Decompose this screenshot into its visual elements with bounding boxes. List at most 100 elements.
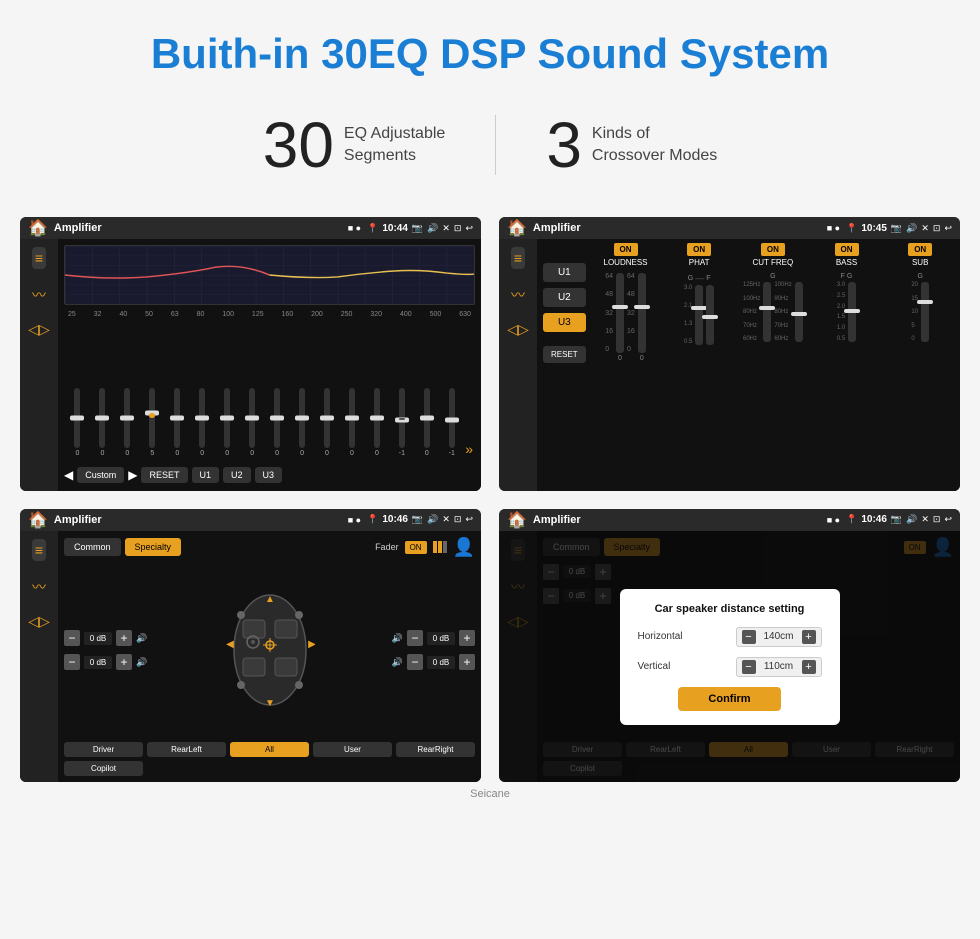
slider-track-12[interactable] — [374, 388, 380, 448]
slider-col-5: 0 — [191, 388, 214, 457]
user-btn[interactable]: User — [313, 742, 392, 757]
cutfreq-on-btn[interactable]: ON — [761, 243, 785, 256]
home-icon-4[interactable]: 🏠 — [507, 510, 527, 530]
eq-icon-2[interactable]: ≡ — [511, 247, 525, 269]
slider-track-0[interactable] — [74, 388, 80, 448]
specialty-tab-3[interactable]: Specialty — [125, 538, 182, 556]
db-row-1: − 0 dB + 🔊 — [64, 630, 147, 646]
db-minus-4[interactable]: − — [407, 654, 423, 670]
phat-label: PHAT — [689, 258, 710, 267]
rearleft-btn[interactable]: RearLeft — [147, 742, 226, 757]
slider-track-2[interactable] — [124, 388, 130, 448]
time-2: 10:45 — [861, 223, 887, 234]
wave-icon-3[interactable]: 〰 — [32, 577, 46, 597]
home-icon-1[interactable]: 🏠 — [28, 218, 48, 238]
slider-col-14: 0 — [415, 388, 438, 457]
eq-icon-3[interactable]: ≡ — [32, 539, 46, 561]
db-val-4: 0 dB — [427, 656, 455, 669]
edit-icon-4: ■ ● — [827, 515, 840, 525]
copilot-btn[interactable]: Copilot — [64, 761, 143, 776]
horizontal-input[interactable]: − 140cm + — [736, 627, 822, 647]
slider-val-5: 0 — [200, 450, 204, 457]
slider-track-4[interactable] — [174, 388, 180, 448]
u2-btn-1[interactable]: U2 — [223, 467, 251, 483]
slider-track-10[interactable] — [324, 388, 330, 448]
db-minus-2[interactable]: − — [64, 654, 80, 670]
edit-icon-3: ■ ● — [348, 515, 361, 525]
reset-btn-1[interactable]: RESET — [141, 467, 187, 483]
avatar-icon-3: 👤 — [453, 537, 475, 558]
db-plus-3[interactable]: + — [459, 630, 475, 646]
horizontal-plus-btn[interactable]: + — [802, 630, 816, 644]
speaker-icon-r2: 🔊 — [392, 657, 403, 668]
u3-btn-2[interactable]: U3 — [543, 313, 586, 332]
wave-icon-2[interactable]: 〰 — [511, 285, 525, 305]
slider-track-11[interactable] — [349, 388, 355, 448]
slider-track-5[interactable] — [199, 388, 205, 448]
slider-track-8[interactable] — [274, 388, 280, 448]
volume-ctrl-icon-3[interactable]: ◁▷ — [28, 613, 50, 630]
vertical-plus-btn[interactable]: + — [802, 660, 816, 674]
db-val-3: 0 dB — [427, 632, 455, 645]
eq-arrows[interactable]: » — [465, 441, 473, 457]
freq-630: 630 — [459, 311, 471, 318]
volume-ctrl-icon-1[interactable]: ◁▷ — [28, 321, 50, 338]
u1-btn-1[interactable]: U1 — [192, 467, 220, 483]
all-btn[interactable]: All — [230, 742, 309, 757]
back-icon-4: ↩ — [944, 514, 952, 525]
u2-btn-2[interactable]: U2 — [543, 288, 586, 307]
speaker-diagram: ▲ ▼ ◀ ▶ — [157, 590, 382, 710]
volume-icon-3: 🔊 — [427, 514, 438, 525]
loudness-on-btn[interactable]: ON — [614, 243, 638, 256]
u3-btn-1[interactable]: U3 — [255, 467, 283, 483]
close-icon-2: ✕ — [921, 223, 929, 234]
vertical-minus-btn[interactable]: − — [742, 660, 756, 674]
db-minus-3[interactable]: − — [407, 630, 423, 646]
reset-btn-2[interactable]: RESET — [543, 346, 586, 363]
driver-btn[interactable]: Driver — [64, 742, 143, 757]
bass-on-btn[interactable]: ON — [835, 243, 859, 256]
db-row-3: 🔊 − 0 dB + — [392, 630, 475, 646]
slider-val-6: 0 — [225, 450, 229, 457]
slider-track-14[interactable] — [424, 388, 430, 448]
next-btn-1[interactable]: ▶ — [128, 468, 137, 482]
home-icon-2[interactable]: 🏠 — [507, 218, 527, 238]
freq-100: 100 — [222, 311, 234, 318]
db-minus-1[interactable]: − — [64, 630, 80, 646]
slider-track-15[interactable] — [449, 388, 455, 448]
db-plus-2[interactable]: + — [116, 654, 132, 670]
db-row-2: − 0 dB + 🔊 — [64, 654, 147, 670]
phat-on-btn[interactable]: ON — [687, 243, 711, 256]
slider-col-13: -1 — [390, 388, 413, 457]
horizontal-minus-btn[interactable]: − — [742, 630, 756, 644]
custom-btn[interactable]: Custom — [77, 467, 124, 483]
prev-btn-1[interactable]: ◀ — [64, 468, 73, 482]
dialog-overlay: Car speaker distance setting Horizontal … — [499, 531, 960, 783]
volume-ctrl-icon-2[interactable]: ◁▷ — [507, 321, 529, 338]
home-icon-3[interactable]: 🏠 — [28, 510, 48, 530]
u1-btn-2[interactable]: U1 — [543, 263, 586, 282]
db-plus-4[interactable]: + — [459, 654, 475, 670]
eq-icon-1[interactable]: ≡ — [32, 247, 46, 269]
slider-col-2: 0 — [116, 388, 139, 457]
sub-on-btn[interactable]: ON — [908, 243, 932, 256]
common-tab-3[interactable]: Common — [64, 538, 121, 556]
slider-track-13[interactable] — [399, 388, 405, 448]
db-plus-1[interactable]: + — [116, 630, 132, 646]
fader-on-btn[interactable]: ON — [405, 541, 427, 554]
volume-icon-4: 🔊 — [906, 514, 917, 525]
band-loudness: ON LOUDNESS 644832160 0 — [592, 243, 660, 487]
wave-icon-1[interactable]: 〰 — [32, 285, 46, 305]
status-bar-3: 🏠 Amplifier ■ ● 📍 10:46 📷 🔊 ✕ ⊡ ↩ — [20, 509, 481, 531]
slider-track-7[interactable] — [249, 388, 255, 448]
slider-track-3[interactable] — [149, 388, 155, 448]
slider-col-15: -1 — [440, 388, 463, 457]
confirm-button[interactable]: Confirm — [678, 687, 780, 711]
slider-track-6[interactable] — [224, 388, 230, 448]
slider-track-9[interactable] — [299, 388, 305, 448]
svg-text:▲: ▲ — [265, 594, 275, 605]
slider-track-1[interactable] — [99, 388, 105, 448]
rearright-btn[interactable]: RearRight — [396, 742, 475, 757]
vertical-input[interactable]: − 110cm + — [736, 657, 822, 677]
status-bar-2: 🏠 Amplifier ■ ● 📍 10:45 📷 🔊 ✕ ⊡ ↩ — [499, 217, 960, 239]
